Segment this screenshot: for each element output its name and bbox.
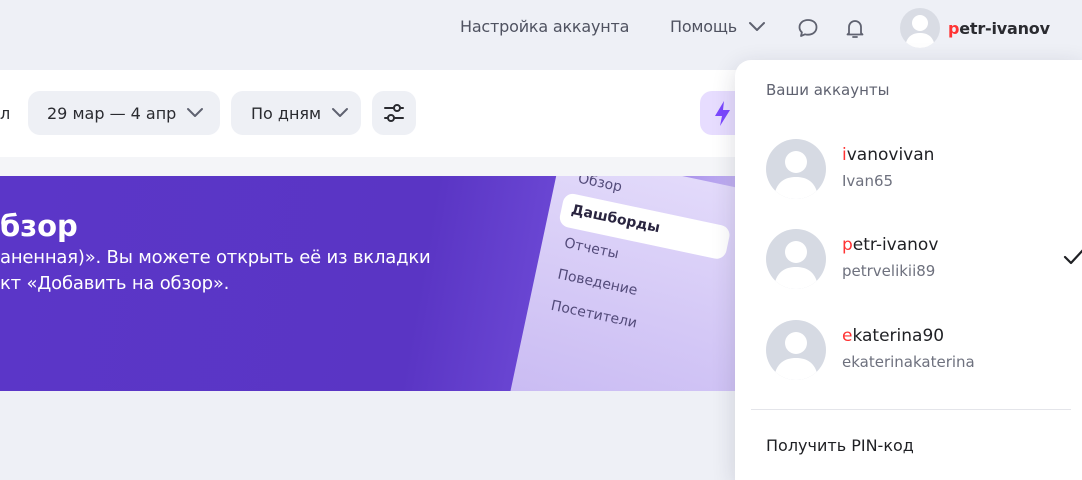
username-rest: etr-ivanov (959, 18, 1050, 38)
account-sublogin: Ivan65 (842, 172, 894, 190)
divider (751, 409, 1071, 410)
account-login-rest: etr-ivanov (852, 235, 939, 255)
username-first-letter: p (948, 18, 960, 38)
promo-banner: Обзор Дашборды Отчеты Поведение Посетите… (0, 176, 760, 391)
bell-icon[interactable] (843, 16, 867, 40)
chevron-down-icon (332, 108, 349, 117)
separator (0, 157, 760, 177)
filter-partial[interactable]: л (0, 91, 30, 135)
account-login-rest: katerina90 (852, 326, 945, 346)
date-range-select[interactable]: 29 мар — 4 апр (28, 91, 220, 135)
account-login: ekaterina90 (842, 326, 944, 346)
user-silhouette-icon (774, 332, 818, 380)
menu-illustration: Обзор Дашборды Отчеты Поведение Посетите… (486, 176, 760, 391)
help-link[interactable]: Помощь (670, 17, 737, 36)
top-bar: Настройка аккаунта Помощь petr-ivanov (0, 0, 1082, 56)
username: petr-ivanov (948, 19, 1050, 38)
avatar (900, 8, 940, 48)
filter-settings-button[interactable] (372, 91, 416, 135)
account-login: petr-ivanov (842, 235, 938, 255)
get-pin-link[interactable]: Получить PIN-код (766, 436, 914, 455)
date-range-label: 29 мар — 4 апр (47, 103, 177, 123)
account-login: ivanovivan (842, 145, 934, 165)
user-menu-button[interactable]: petr-ivanov (900, 8, 1050, 48)
avatar (766, 139, 826, 199)
chat-icon[interactable] (796, 16, 820, 40)
banner-text-line-2: кт «Добавить на обзор». (0, 273, 230, 294)
user-silhouette-icon (774, 241, 818, 289)
account-item[interactable]: ivanovivan Ivan65 (766, 139, 1066, 199)
filter-partial-label: л (0, 103, 11, 123)
banner-text-line-1: аненная)». Вы можете открыть её из вклад… (0, 247, 431, 268)
grouping-label: По дням (251, 103, 322, 123)
account-settings-link[interactable]: Настройка аккаунта (460, 17, 629, 36)
page-background (0, 391, 760, 466)
account-item[interactable]: ekaterina90 ekaterinakaterina (766, 320, 1066, 380)
user-silhouette-icon (774, 151, 818, 199)
account-sublogin: petrvelikii89 (842, 262, 936, 280)
avatar (766, 229, 826, 289)
account-sublogin: ekaterinakaterina (842, 353, 975, 371)
account-item-selected[interactable]: petr-ivanov petrvelikii89 (766, 229, 1082, 289)
banner-title: бзор (0, 209, 78, 243)
user-silhouette-icon (905, 15, 935, 48)
account-login-first-letter: p (842, 235, 853, 255)
account-login-first-letter: e (842, 326, 853, 346)
accounts-dropdown: Ваши аккаунты ivanovivan Ivan65 petr-iva… (735, 60, 1082, 480)
chevron-down-icon[interactable] (748, 21, 766, 33)
checkmark-icon (1063, 249, 1082, 265)
avatar (766, 320, 826, 380)
chevron-down-icon (187, 108, 204, 117)
grouping-select[interactable]: По дням (231, 91, 361, 135)
sliders-icon (384, 104, 404, 122)
dropdown-title: Ваши аккаунты (766, 81, 890, 99)
account-login-rest: vanovivan (846, 145, 935, 165)
